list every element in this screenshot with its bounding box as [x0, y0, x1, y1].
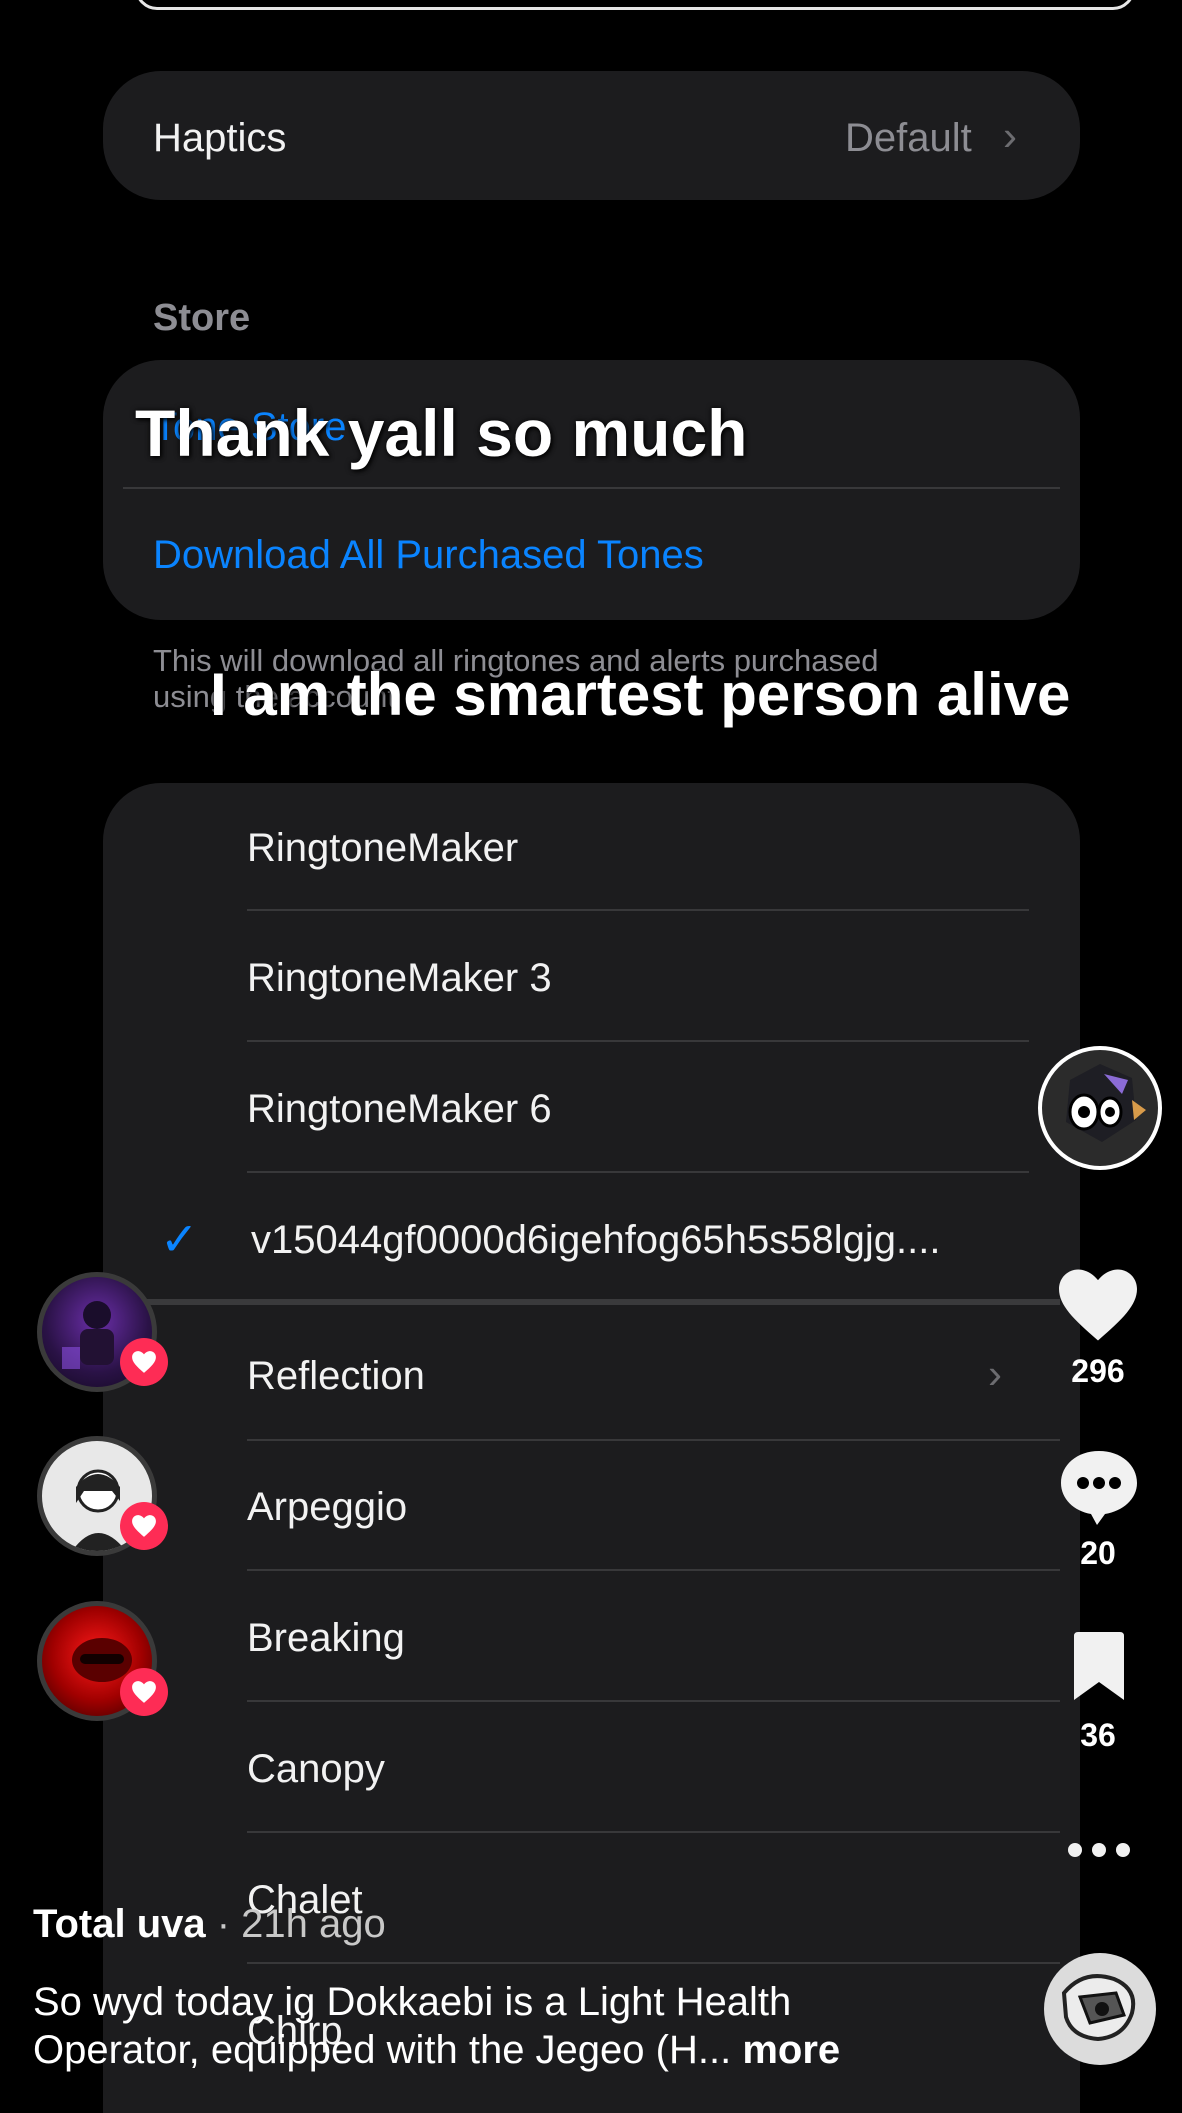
checkmark-icon: ✓: [160, 1213, 199, 1265]
comment-icon: [1061, 1451, 1137, 1525]
more-icon: [1068, 1843, 1130, 1857]
heart-icon: [132, 1681, 156, 1703]
like-badge: [120, 1338, 168, 1386]
divider: [247, 1439, 1060, 1441]
tone-item-breaking[interactable]: Breaking: [247, 1616, 405, 1661]
creator-avatar[interactable]: [1038, 1046, 1162, 1170]
caption-line-1: So wyd today ig Dokkaebi is a Light Heal…: [33, 1980, 792, 2024]
more-options-button[interactable]: [1065, 1838, 1133, 1867]
bookmark-icon: [1074, 1632, 1124, 1700]
heart-icon: [132, 1351, 156, 1373]
tone-item-selected[interactable]: v15044gf0000d6igehfog65h5s58lgjg....: [251, 1218, 941, 1263]
haptics-label: Haptics: [153, 116, 287, 160]
overlay-text-2: I am the smartest person alive: [210, 661, 1071, 728]
bookmark-button[interactable]: [1068, 1632, 1130, 1707]
divider: [247, 1831, 1060, 1833]
divider: [247, 1171, 1029, 1173]
save-count: 36: [1080, 1717, 1116, 1753]
comment-button[interactable]: [1057, 1447, 1141, 1532]
heart-icon: [132, 1515, 156, 1537]
divider: [247, 909, 1029, 911]
comment-count: 20: [1080, 1535, 1116, 1571]
like-badge: [120, 1668, 168, 1716]
section-divider: [128, 1299, 1060, 1305]
sound-disc[interactable]: [1044, 1953, 1156, 2065]
tone-item-canopy[interactable]: Canopy: [247, 1747, 385, 1792]
caption-line-2: Operator, equipped with the Jegeo (H... …: [33, 2026, 840, 2074]
heart-icon: [1059, 1269, 1137, 1341]
tone-item-ringtonemaker[interactable]: RingtoneMaker: [247, 826, 518, 871]
like-count: 296: [1071, 1353, 1125, 1389]
tone-item-reflection[interactable]: Reflection: [247, 1354, 425, 1399]
tone-item-ringtonemaker-3[interactable]: RingtoneMaker 3: [247, 956, 552, 1001]
haptics-value: Default: [845, 116, 972, 160]
tone-item-ringtonemaker-6[interactable]: RingtoneMaker 6: [247, 1087, 552, 1132]
caption-text: Operator, equipped with the Jegeo (H...: [33, 2028, 732, 2072]
chevron-right-icon: ›: [1003, 112, 1017, 159]
divider: [247, 1962, 1060, 1964]
like-button[interactable]: [1055, 1266, 1141, 1349]
chevron-right-icon: ›: [988, 1350, 1002, 1397]
post-meta: Total uva · 21h ago: [33, 1900, 386, 1948]
divider: [123, 487, 1060, 489]
music-disc-icon: [1061, 1974, 1136, 2042]
tone-item-arpeggio[interactable]: Arpeggio: [247, 1485, 407, 1530]
avatar-character-icon: [1066, 1064, 1146, 1142]
divider: [247, 1569, 1060, 1571]
post-time: · 21h ago: [216, 1902, 386, 1946]
overlay-text-1: Thank yall so much: [135, 396, 748, 470]
more-link[interactable]: more: [742, 2028, 840, 2072]
store-section-header: Store: [153, 297, 251, 339]
divider: [247, 1040, 1029, 1042]
search-field-top[interactable]: [135, 0, 1135, 10]
like-badge: [120, 1502, 168, 1550]
author-name[interactable]: Total uva: [33, 1902, 206, 1946]
download-all-purchased-tones-button[interactable]: Download All Purchased Tones: [153, 533, 704, 578]
divider: [247, 1700, 1060, 1702]
